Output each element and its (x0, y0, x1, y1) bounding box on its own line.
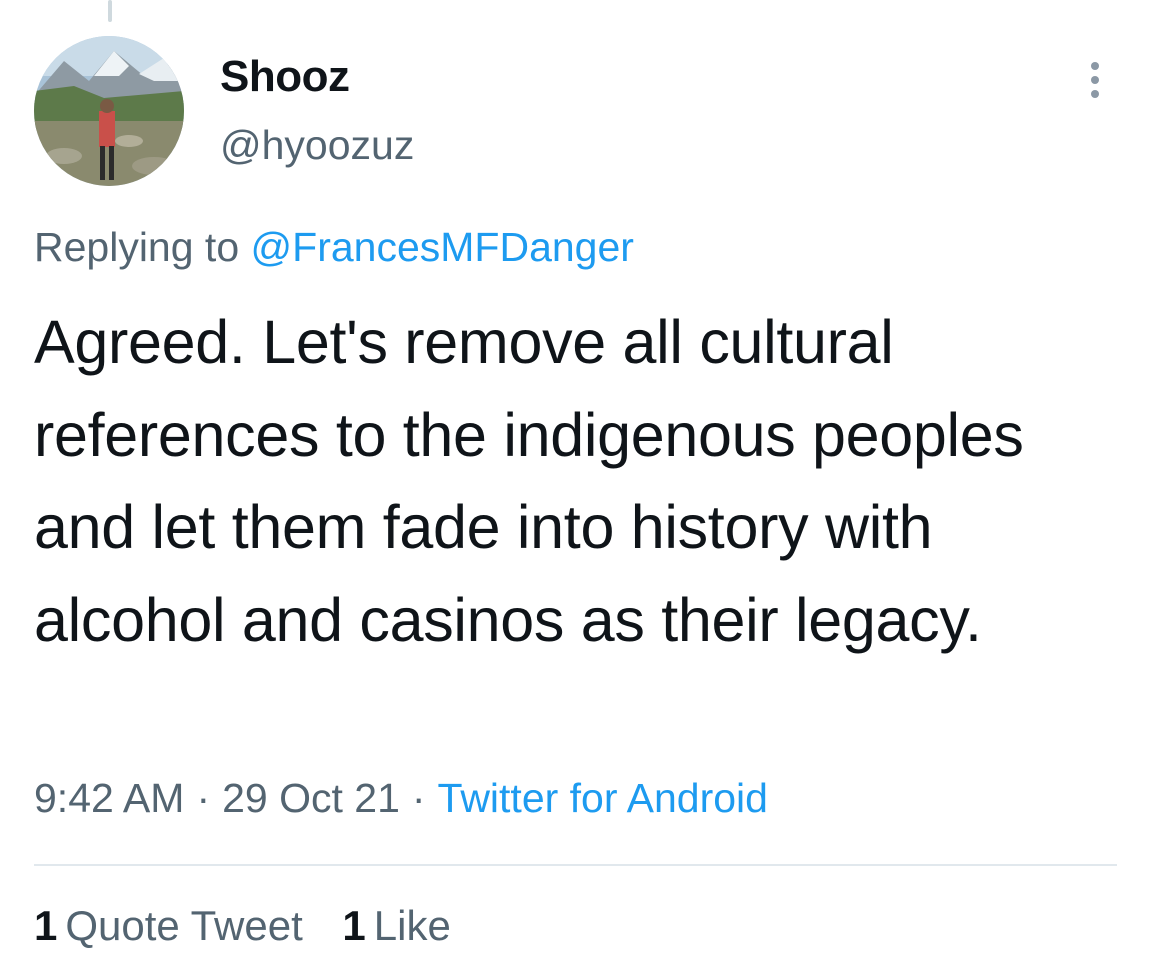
reply-context: Replying to @FrancesMFDanger (34, 224, 634, 271)
meta-separator: · (196, 775, 211, 821)
thread-connector-line (108, 0, 112, 22)
tweet-time[interactable]: 9:42 AM (34, 775, 184, 821)
avatar-photo (34, 36, 184, 186)
likes-count: 1 (342, 902, 366, 949)
reply-prefix: Replying to (34, 224, 240, 270)
more-vertical-icon[interactable] (1078, 58, 1112, 104)
quote-tweets-label: Quote Tweet (65, 902, 303, 949)
likes-stat[interactable]: 1 Like (342, 902, 450, 950)
tweet-meta: 9:42 AM · 29 Oct 21 · Twitter for Android (34, 775, 768, 822)
quote-tweets-count: 1 (34, 902, 58, 949)
avatar[interactable] (34, 36, 184, 186)
tweet-text: Agreed. Let's remove all cultural refere… (34, 308, 1024, 654)
tweet-date[interactable]: 29 Oct 21 (222, 775, 400, 821)
divider (34, 864, 1117, 866)
tweet-stats: 1 Quote Tweet 1 Like (34, 902, 479, 950)
reply-target-link[interactable]: @FrancesMFDanger (251, 224, 634, 270)
author-display-name[interactable]: Shooz (220, 52, 350, 102)
tweet-source-link[interactable]: Twitter for Android (438, 775, 768, 821)
likes-label: Like (373, 902, 451, 949)
author-handle[interactable]: @hyoozuz (220, 122, 414, 169)
meta-separator: · (411, 775, 426, 821)
quote-tweets-stat[interactable]: 1 Quote Tweet (34, 902, 303, 950)
